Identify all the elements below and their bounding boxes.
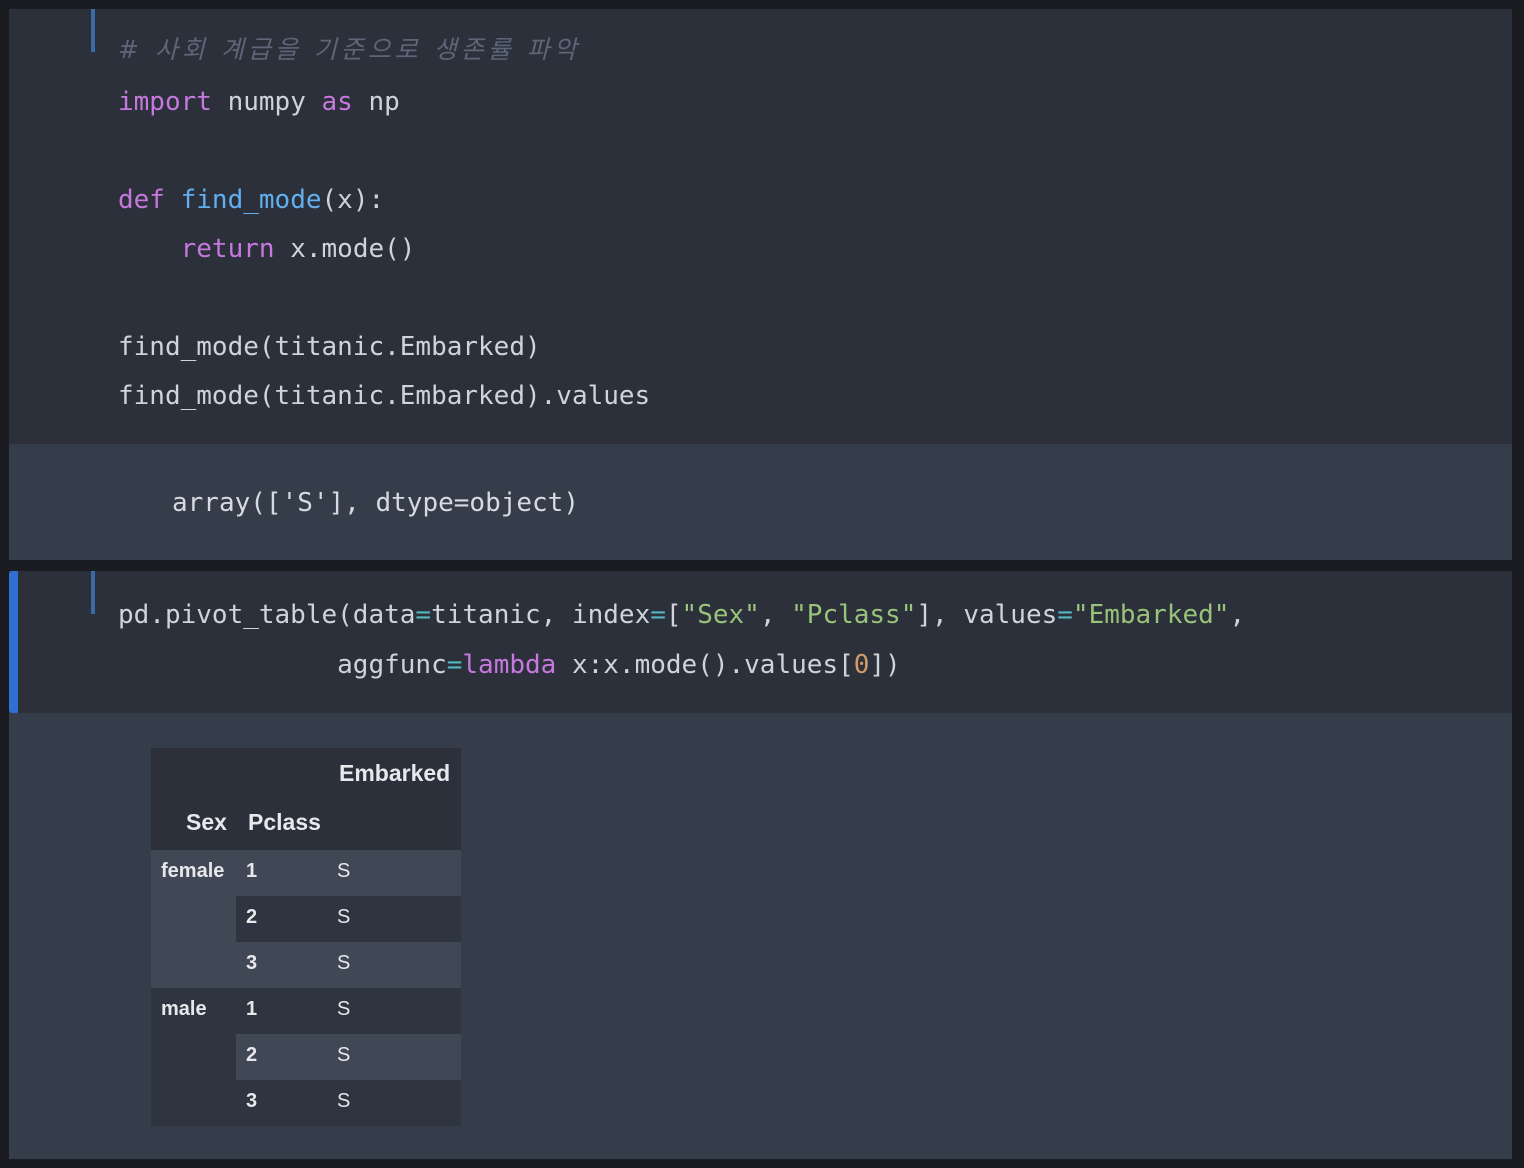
cell-gutter-marker bbox=[91, 9, 95, 52]
table-row: 3 S bbox=[151, 1080, 461, 1126]
code-line-def: def find_mode(x): bbox=[118, 183, 384, 217]
function-name: find_mode bbox=[180, 185, 322, 215]
cell-output-area: Embarked Sex Pclass female 1 S 2 S 3 S m… bbox=[9, 713, 1512, 1159]
index-pclass: 3 bbox=[246, 1090, 258, 1112]
return-expression: x.mode() bbox=[274, 234, 416, 264]
value-embarked: S bbox=[337, 1044, 351, 1066]
code-comment: # 사회 계급을 기준으로 생존률 파악 bbox=[118, 35, 581, 64]
keyword-return: return bbox=[180, 234, 275, 264]
module-alias: np bbox=[352, 87, 400, 117]
keyword-as: as bbox=[321, 87, 353, 117]
value-embarked: S bbox=[337, 952, 351, 974]
code-token: , bbox=[759, 600, 792, 630]
value-embarked: S bbox=[337, 906, 351, 928]
code-line-import: import numpy as np bbox=[118, 85, 400, 119]
index-name-sex: Sex bbox=[186, 809, 227, 835]
cell-gutter-marker bbox=[91, 571, 95, 614]
table-row: male 1 S bbox=[151, 988, 461, 1034]
value-embarked: S bbox=[337, 1090, 351, 1112]
active-cell-indicator bbox=[9, 571, 18, 713]
code-token: ]) bbox=[869, 650, 901, 680]
string-literal: "Sex" bbox=[681, 600, 760, 630]
index-pclass: 3 bbox=[246, 952, 258, 974]
table-row: 2 S bbox=[151, 1034, 461, 1080]
index-pclass: 2 bbox=[246, 1044, 258, 1066]
code-token: [ bbox=[665, 600, 682, 630]
code-line-pivot-1: pd.pivot_table(data=titanic, index=["Sex… bbox=[118, 598, 1245, 632]
code-line-return: return x.mode() bbox=[118, 232, 416, 266]
code-token: x:x.mode().values[ bbox=[556, 650, 854, 680]
code-token: , bbox=[1229, 600, 1246, 630]
number-literal: 0 bbox=[853, 650, 870, 680]
module-name: numpy bbox=[211, 87, 322, 117]
index-pclass: 2 bbox=[246, 906, 258, 928]
table-header: Embarked Sex Pclass bbox=[151, 748, 461, 850]
cell-output-area: array(['S'], dtype=object) bbox=[9, 444, 1512, 560]
operator-equals: = bbox=[650, 600, 666, 630]
keyword-def: def bbox=[118, 185, 165, 215]
column-header-embarked: Embarked bbox=[339, 760, 451, 786]
operator-equals: = bbox=[1057, 600, 1073, 630]
code-line-call-1: find_mode(titanic.Embarked) bbox=[118, 332, 541, 362]
string-literal: "Pclass" bbox=[791, 600, 917, 630]
code-cell-2[interactable]: pd.pivot_table(data=titanic, index=["Sex… bbox=[9, 571, 1512, 1159]
code-token: ], values bbox=[916, 600, 1058, 630]
table-row: 3 S bbox=[151, 942, 461, 988]
code-line-call-2: find_mode(titanic.Embarked).values bbox=[118, 381, 651, 411]
index-pclass: 1 bbox=[246, 998, 258, 1020]
string-literal: "Embarked" bbox=[1072, 600, 1230, 630]
code-line-pivot-2: aggfunc=lambda x:x.mode().values[0]) bbox=[118, 648, 901, 682]
code-token: pd.pivot_table(data bbox=[118, 600, 416, 630]
table-row: 2 S bbox=[151, 896, 461, 942]
table-row: female 1 S bbox=[151, 850, 461, 896]
code-token: titanic, index bbox=[431, 600, 651, 630]
code-input-area[interactable]: pd.pivot_table(data=titanic, index=["Sex… bbox=[9, 571, 1512, 713]
value-embarked: S bbox=[337, 998, 351, 1020]
index-pclass: 1 bbox=[246, 860, 258, 882]
function-args: (x): bbox=[321, 185, 385, 215]
operator-equals: = bbox=[446, 650, 463, 680]
value-embarked: S bbox=[337, 860, 351, 882]
output-text: array(['S'], dtype=object) bbox=[172, 488, 579, 518]
keyword-lambda: lambda bbox=[462, 650, 557, 680]
code-cell-1[interactable]: # 사회 계급을 기준으로 생존률 파악 import numpy as np … bbox=[9, 9, 1512, 560]
index-sex: male bbox=[161, 998, 207, 1020]
operator-equals: = bbox=[415, 600, 432, 630]
code-input-area[interactable]: # 사회 계급을 기준으로 생존률 파악 import numpy as np … bbox=[9, 9, 1512, 444]
keyword-import: import bbox=[118, 87, 212, 117]
index-name-pclass: Pclass bbox=[248, 809, 321, 835]
index-sex: female bbox=[161, 860, 225, 882]
code-token: aggfunc bbox=[118, 650, 447, 680]
